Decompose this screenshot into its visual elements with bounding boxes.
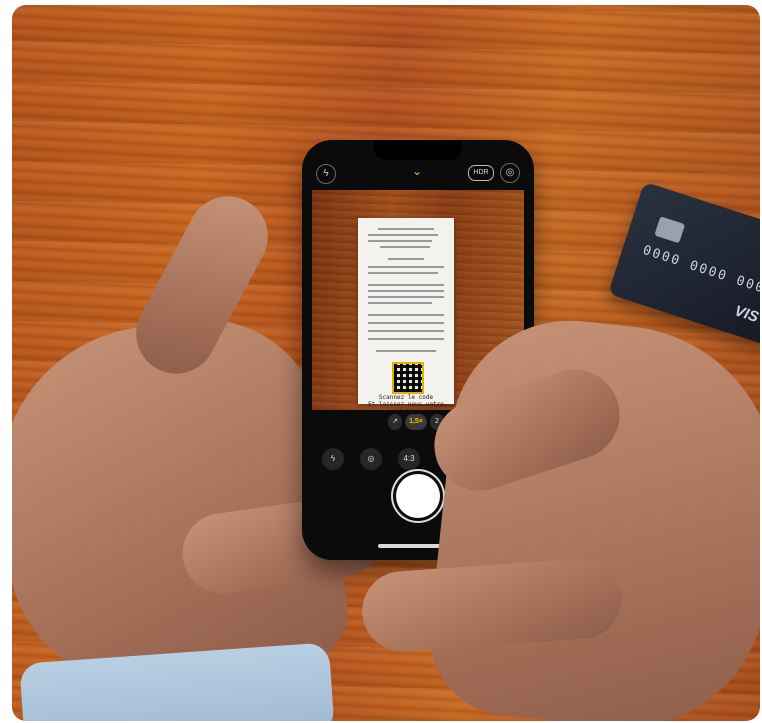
live-icon[interactable]: ◎ (360, 448, 382, 470)
card-brand: VIS (732, 302, 760, 326)
flash-icon[interactable]: ϟ (322, 448, 344, 470)
right-hand (421, 308, 760, 721)
phone-notch (374, 140, 462, 160)
receipt: Scannez le code Et laissez nous votre av… (358, 218, 454, 410)
chevron-down-icon[interactable]: ⌄ (412, 164, 422, 178)
receipt-scan-text: Scannez le code Et laissez nous votre av… (364, 394, 448, 410)
card-chip (654, 216, 686, 244)
live-off-icon[interactable]: ◎ (500, 163, 520, 183)
scan-line-1: Scannez le code (378, 394, 434, 401)
qr-code (392, 362, 424, 394)
shutter-button[interactable] (396, 474, 440, 518)
flash-off-icon[interactable]: ϟ (316, 164, 336, 184)
photo-frame: 0000 0000 0000 VIS ϟ ⌄ HDR ◎ Scannez le … (12, 5, 760, 721)
zoom-wide-button[interactable]: ↗ (388, 414, 402, 430)
card-number: 0000 0000 0000 (640, 242, 760, 300)
zoom-1-5x-button[interactable]: 1,5× (405, 414, 427, 430)
scan-line-2: Et laissez nous votre avis (368, 401, 444, 410)
hdr-toggle[interactable]: HDR (468, 165, 494, 181)
aspect-ratio-button[interactable]: 4:3 (398, 448, 420, 470)
camera-top-bar: ϟ ⌄ HDR ◎ (316, 163, 520, 186)
